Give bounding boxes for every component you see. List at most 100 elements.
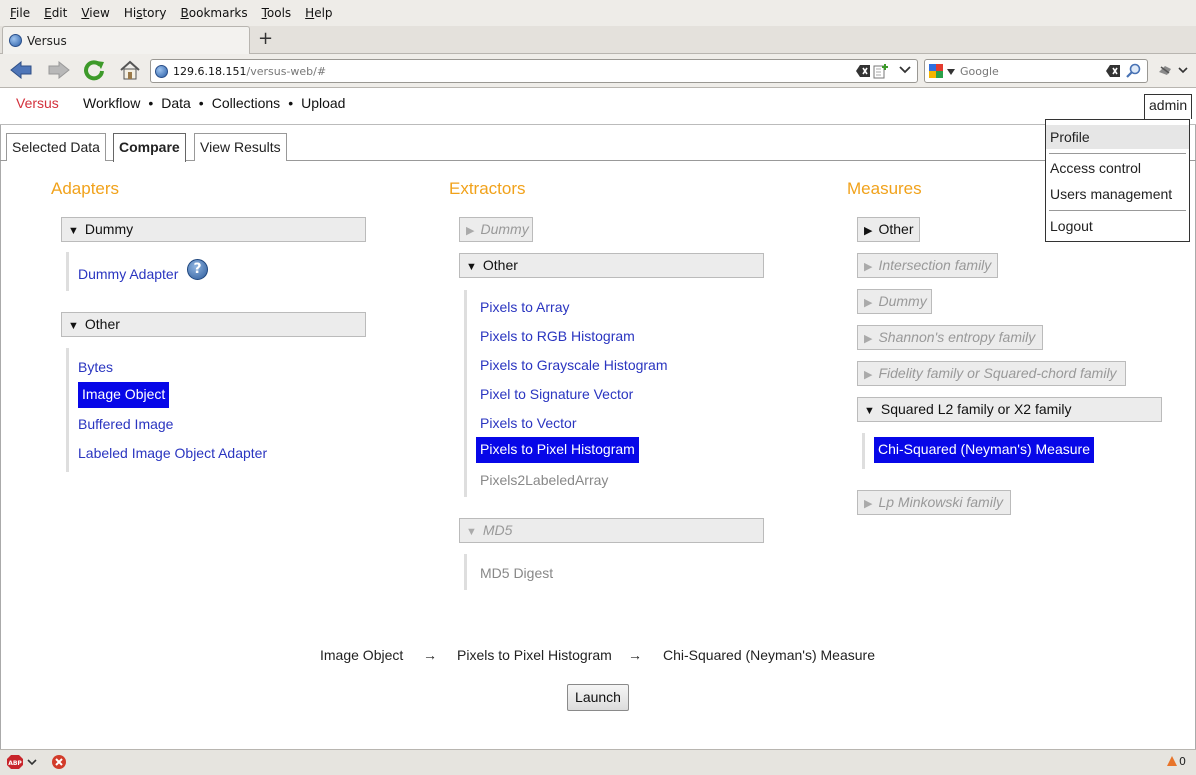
pipeline-extractor: Pixels to Pixel Histogram (457, 647, 612, 663)
status-count: 0 (1179, 754, 1186, 768)
extractor-pixels-to-vector[interactable]: Pixels to Vector (476, 412, 581, 434)
nav-collections[interactable]: Collections (212, 95, 280, 111)
menu-tools[interactable]: Tools (262, 6, 292, 20)
browser-tab[interactable]: Versus (2, 26, 250, 54)
expanded-triangle-icon: ▼ (864, 405, 875, 417)
help-icon[interactable]: ? (187, 259, 208, 280)
measure-group-shannon: ▶ Shannon's entropy family (857, 325, 1043, 350)
extractor-pixels-to-array[interactable]: Pixels to Array (476, 296, 573, 318)
tree-line (66, 348, 69, 472)
pipeline-arrow: → (423, 647, 437, 663)
top-navigation: Workflow • Data • Collections • Upload (83, 95, 345, 111)
svg-text:ABP: ABP (8, 760, 22, 767)
dropdown-icon[interactable] (899, 65, 911, 78)
brand-link[interactable]: Versus (16, 95, 59, 111)
extractor-pixel-to-signature-vector[interactable]: Pixel to Signature Vector (476, 383, 637, 405)
adapter-bytes[interactable]: Bytes (74, 356, 117, 378)
menu-view[interactable]: View (81, 6, 109, 20)
url-host: 129.6.18.151 (173, 64, 247, 78)
measure-group-fidelity: ▶ Fidelity family or Squared-chord family (857, 361, 1126, 386)
collapsed-triangle-icon: ▶ (864, 225, 873, 237)
measure-chi-squared-neyman[interactable]: Chi-Squared (Neyman's) Measure (874, 437, 1094, 463)
chevron-down-icon[interactable] (947, 65, 955, 78)
user-menu-button[interactable]: admin (1144, 94, 1193, 119)
addon-icon[interactable] (1156, 58, 1190, 82)
nav-data[interactable]: Data (161, 95, 191, 111)
new-tab-button[interactable]: + (258, 28, 273, 49)
site-identity-icon[interactable] (155, 64, 168, 78)
adapter-dummy-adapter[interactable]: Dummy Adapter (74, 263, 182, 285)
stop-icon[interactable] (51, 754, 67, 774)
adapter-group-dummy[interactable]: ▼ Dummy (61, 217, 366, 242)
adapter-group-other[interactable]: ▼ Other (61, 312, 366, 337)
user-dropdown-menu: Profile Access control Users management … (1045, 119, 1190, 242)
back-icon[interactable] (8, 58, 34, 82)
clear-search-icon[interactable] (1105, 64, 1121, 81)
rss-icon[interactable] (873, 63, 889, 82)
nav-separator: • (148, 95, 154, 111)
adapters-title: Adapters (51, 179, 120, 198)
home-icon[interactable] (118, 58, 142, 82)
adapter-labeled-image-object[interactable]: Labeled Image Object Adapter (74, 442, 271, 464)
menu-file[interactable]: File (10, 6, 30, 20)
extractor-pixels2labeledarray: Pixels2LabeledArray (480, 472, 609, 488)
measure-group-intersection: ▶ Intersection family (857, 253, 998, 278)
expanded-triangle-icon: ▼ (68, 225, 79, 237)
browser-menubar: File Edit View History Bookmarks Tools H… (0, 0, 1196, 26)
warning-icon (1167, 756, 1177, 766)
pipeline-arrow: → (628, 647, 642, 663)
status-addon[interactable]: 0 (1165, 754, 1186, 768)
collapsed-triangle-icon: ▶ (466, 225, 475, 237)
collapsed-triangle-icon: ▶ (864, 369, 873, 381)
expanded-triangle-icon: ▼ (68, 320, 79, 332)
extractor-pixels-to-rgb-histogram[interactable]: Pixels to RGB Histogram (476, 325, 639, 347)
measure-group-lp-minkowski: ▶ Lp Minkowski family (857, 490, 1011, 515)
expanded-triangle-icon: ▼ (466, 526, 477, 538)
tab-view-results[interactable]: View Results (194, 133, 287, 161)
measure-group-other[interactable]: ▶ Other (857, 217, 920, 242)
adapter-image-object[interactable]: Image Object (78, 382, 170, 408)
extractor-pixels-to-grayscale-histogram[interactable]: Pixels to Grayscale Histogram (476, 354, 672, 376)
tab-compare[interactable]: Compare (113, 133, 186, 162)
collapsed-triangle-icon: ▶ (864, 261, 873, 273)
menu-users-management[interactable]: Users management (1046, 182, 1189, 206)
adapter-buffered-image[interactable]: Buffered Image (74, 413, 177, 435)
extractors-title: Extractors (449, 179, 526, 198)
menu-logout[interactable]: Logout (1046, 214, 1189, 238)
page-frame-left (0, 88, 1, 749)
nav-separator: • (198, 95, 204, 111)
menu-help[interactable]: Help (305, 6, 332, 20)
collapsed-triangle-icon: ▶ (864, 297, 873, 309)
clear-icon[interactable] (855, 64, 871, 81)
pipeline-adapter: Image Object (320, 647, 404, 663)
browser-statusbar: ABP 0 (0, 749, 1196, 775)
menu-history[interactable]: History (124, 6, 167, 20)
reload-icon[interactable] (82, 58, 106, 82)
pipeline-measure: Chi-Squared (Neyman's) Measure (663, 647, 875, 663)
extractor-group-md5[interactable]: ▼ MD5 (459, 518, 764, 543)
search-placeholder: Google (960, 64, 999, 78)
menu-access-control[interactable]: Access control (1046, 156, 1189, 180)
launch-button[interactable]: Launch (567, 684, 629, 711)
menu-edit[interactable]: Edit (44, 6, 67, 20)
extractor-group-other[interactable]: ▼ Other (459, 253, 764, 278)
menu-profile[interactable]: Profile (1046, 125, 1189, 149)
tab-selected-data[interactable]: Selected Data (6, 133, 106, 161)
browser-tab-title: Versus (27, 33, 67, 48)
tree-line (464, 290, 467, 497)
extractor-md5-digest: MD5 Digest (480, 565, 554, 581)
search-input[interactable]: Google (924, 59, 1148, 83)
forward-icon[interactable] (46, 58, 72, 82)
measure-group-squared-l2[interactable]: ▼ Squared L2 family or X2 family (857, 397, 1162, 422)
nav-upload[interactable]: Upload (301, 95, 345, 111)
browser-tabstrip: Versus + (0, 26, 1196, 54)
magnifier-icon[interactable] (1125, 63, 1141, 82)
search-engine-icon[interactable] (929, 64, 943, 78)
extractor-pixels-to-pixel-histogram[interactable]: Pixels to Pixel Histogram (476, 437, 639, 463)
menu-bookmarks[interactable]: Bookmarks (181, 6, 248, 20)
nav-workflow[interactable]: Workflow (83, 95, 140, 111)
url-input[interactable]: 129.6.18.151/versus-web/# (150, 59, 918, 83)
adblock-icon[interactable]: ABP (6, 754, 40, 774)
measure-group-dummy: ▶ Dummy (857, 289, 932, 314)
page-tabs: Selected Data Compare View Results (0, 125, 1196, 162)
